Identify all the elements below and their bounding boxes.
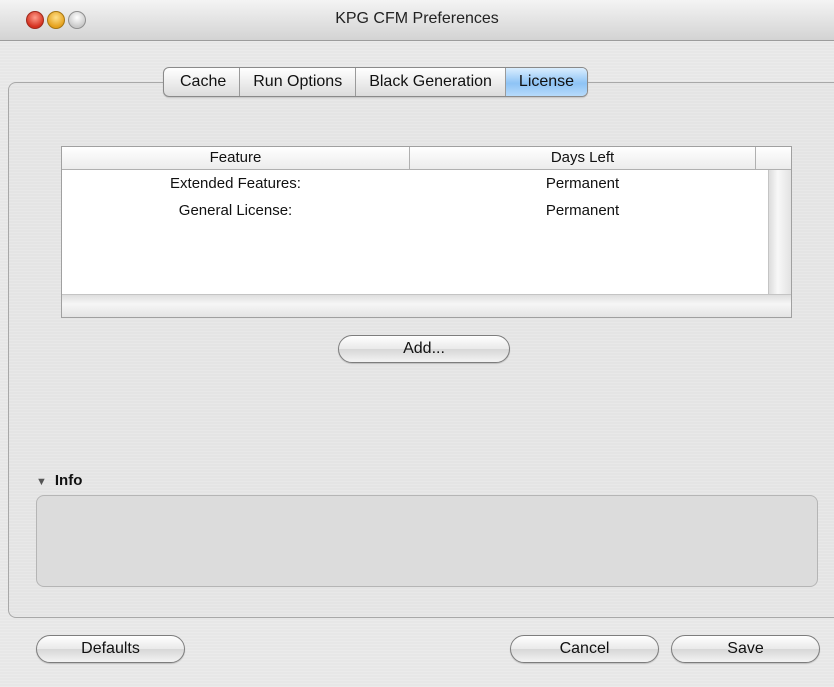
cancel-button[interactable]: Cancel bbox=[510, 635, 659, 663]
info-label: Info bbox=[54, 472, 83, 489]
info-panel bbox=[36, 495, 818, 587]
preferences-window: KPG CFM Preferences Cache Run Options Bl… bbox=[0, 0, 834, 687]
table-row[interactable]: Extended Features: Permanent bbox=[62, 170, 767, 197]
tab-black-generation[interactable]: Black Generation bbox=[355, 68, 505, 96]
feature-cell: General License: bbox=[178, 202, 293, 219]
tab-bar: Cache Run Options Black Generation Licen… bbox=[163, 67, 589, 97]
tab-license[interactable]: License bbox=[504, 68, 588, 96]
table-body: Extended Features: Permanent General Lic… bbox=[62, 170, 767, 224]
save-button[interactable]: Save bbox=[671, 635, 820, 663]
column-header-feature[interactable]: Feature bbox=[62, 147, 410, 169]
defaults-button[interactable]: Defaults bbox=[36, 635, 185, 663]
table-row[interactable]: General License: Permanent bbox=[62, 197, 767, 224]
days-left-cell: Permanent bbox=[545, 175, 620, 192]
tab-cache[interactable]: Cache bbox=[164, 68, 239, 96]
feature-cell: Extended Features: bbox=[170, 175, 301, 192]
table-header: Feature Days Left bbox=[62, 147, 791, 170]
disclosure-triangle-icon[interactable]: ▼ bbox=[36, 476, 47, 488]
window-title: KPG CFM Preferences bbox=[335, 10, 499, 27]
days-left-cell: Permanent bbox=[545, 202, 620, 219]
add-license-button[interactable]: Add... bbox=[338, 335, 510, 363]
horizontal-scrollbar[interactable] bbox=[62, 294, 791, 317]
column-header-days-left[interactable]: Days Left bbox=[410, 147, 756, 169]
column-header-corner bbox=[756, 147, 791, 169]
title-bar[interactable]: KPG CFM Preferences bbox=[0, 0, 834, 41]
vertical-scrollbar[interactable] bbox=[768, 170, 791, 295]
tab-run-options[interactable]: Run Options bbox=[239, 68, 355, 96]
license-table: Feature Days Left Extended Features: Per… bbox=[61, 146, 792, 318]
info-disclosure[interactable]: ▼ Info bbox=[36, 472, 82, 489]
